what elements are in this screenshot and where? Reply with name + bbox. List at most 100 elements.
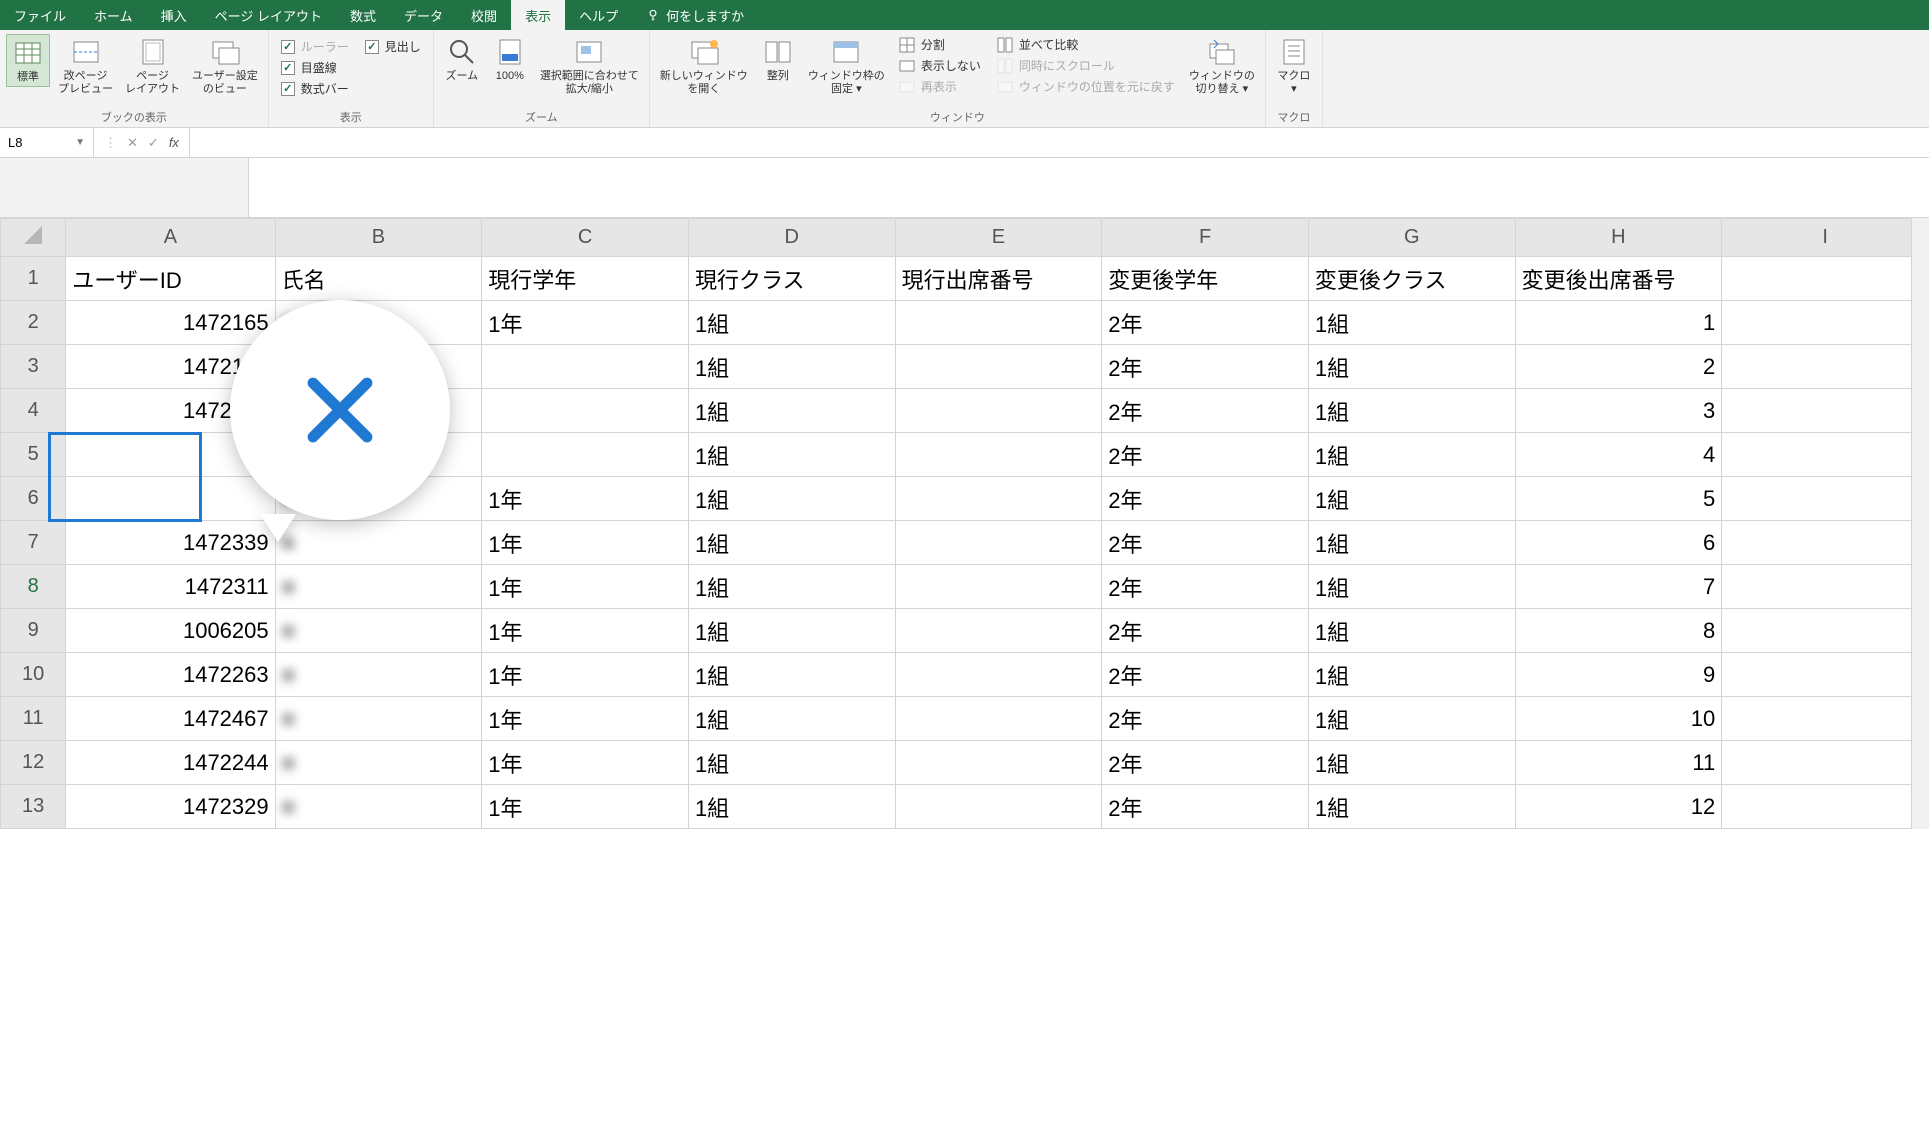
cell[interactable]: 1組 (1308, 785, 1515, 829)
macro-button[interactable]: マクロ ▾ (1272, 34, 1316, 98)
cell[interactable]: 1組 (688, 609, 895, 653)
cell[interactable] (895, 565, 1102, 609)
check-ruler[interactable]: ルーラー (281, 38, 349, 55)
row-header[interactable]: 5 (1, 433, 66, 477)
cell[interactable] (1722, 741, 1929, 785)
cell[interactable] (895, 301, 1102, 345)
cell[interactable]: 現行出席番号 (895, 257, 1102, 301)
cell[interactable]: 変更後学年 (1102, 257, 1309, 301)
cell[interactable] (1722, 609, 1929, 653)
cell[interactable]: 1年 (482, 785, 689, 829)
cell[interactable] (1722, 785, 1929, 829)
freeze-panes-button[interactable]: ウィンドウ枠の 固定 ▾ (804, 34, 889, 98)
cell[interactable]: 1組 (688, 477, 895, 521)
col-header-B[interactable]: B (275, 219, 482, 257)
cell[interactable]: 11 (1515, 741, 1722, 785)
cell[interactable]: 1組 (688, 433, 895, 477)
row-header[interactable]: 9 (1, 609, 66, 653)
row-header[interactable]: 8 (1, 565, 66, 609)
cell[interactable]: 1年 (482, 521, 689, 565)
spreadsheet-grid[interactable]: A B C D E F G H I 1ユーザーID氏名現行学年現行クラス現行出席… (0, 218, 1929, 829)
row-header[interactable]: 12 (1, 741, 66, 785)
cell[interactable]: 1年 (482, 477, 689, 521)
cell[interactable]: 2年 (1102, 521, 1309, 565)
cell[interactable] (1722, 257, 1929, 301)
cell[interactable] (895, 653, 1102, 697)
cell[interactable]: 1組 (1308, 433, 1515, 477)
cell[interactable]: 変更後出席番号 (1515, 257, 1722, 301)
cell[interactable]: 1組 (688, 697, 895, 741)
cell[interactable]: ■ (275, 697, 482, 741)
view-pagebreak-button[interactable]: 改ページ プレビュー (54, 34, 117, 98)
row-header[interactable]: 6 (1, 477, 66, 521)
cell[interactable]: 1組 (688, 785, 895, 829)
cell[interactable] (1722, 389, 1929, 433)
cell[interactable]: 1組 (1308, 521, 1515, 565)
row-header[interactable]: 11 (1, 697, 66, 741)
cell[interactable]: 1組 (1308, 565, 1515, 609)
cell[interactable]: 1年 (482, 653, 689, 697)
menu-review[interactable]: 校閲 (457, 0, 511, 30)
cell[interactable] (1722, 433, 1929, 477)
cell[interactable]: 1組 (1308, 301, 1515, 345)
col-header-D[interactable]: D (688, 219, 895, 257)
cell[interactable]: ■ (275, 521, 482, 565)
cell[interactable] (895, 697, 1102, 741)
cell[interactable]: 1組 (1308, 741, 1515, 785)
formula-input[interactable] (190, 128, 1929, 157)
cell[interactable]: 2年 (1102, 565, 1309, 609)
cell[interactable]: 7 (1515, 565, 1722, 609)
cell[interactable]: ■ (275, 565, 482, 609)
cell[interactable]: 1組 (688, 565, 895, 609)
zoom-button[interactable]: ズーム (440, 34, 484, 85)
cell[interactable]: 2年 (1102, 345, 1309, 389)
cell[interactable]: 現行クラス (688, 257, 895, 301)
check-formula-bar[interactable]: 数式バー (281, 80, 349, 97)
menu-layout[interactable]: ページ レイアウト (201, 0, 336, 30)
cell[interactable] (66, 477, 275, 521)
arrange-button[interactable]: 整列 (756, 34, 800, 85)
hide-button[interactable]: 表示しない (899, 57, 981, 74)
cell[interactable] (895, 785, 1102, 829)
cell[interactable]: 1組 (1308, 477, 1515, 521)
cell[interactable]: 1472339 (66, 521, 275, 565)
cell[interactable]: 2年 (1102, 741, 1309, 785)
cell[interactable]: 1組 (1308, 697, 1515, 741)
cell[interactable]: 10 (1515, 697, 1722, 741)
accept-icon[interactable]: ✓ (148, 135, 159, 151)
cell[interactable] (1722, 653, 1929, 697)
cell[interactable] (1722, 565, 1929, 609)
menu-formula[interactable]: 数式 (336, 0, 390, 30)
cell[interactable]: 1組 (688, 345, 895, 389)
view-pagelayout-button[interactable]: ページ レイアウト (121, 34, 184, 98)
cell[interactable]: 2年 (1102, 697, 1309, 741)
name-box[interactable]: L8 ▼ (0, 128, 94, 157)
cell[interactable]: 変更後クラス (1308, 257, 1515, 301)
compare-button[interactable]: 並べて比較 (997, 36, 1175, 53)
row-header[interactable]: 1 (1, 257, 66, 301)
cell[interactable]: 4 (1515, 433, 1722, 477)
fx-button[interactable]: fx (169, 135, 179, 150)
col-header-C[interactable]: C (482, 219, 689, 257)
cell[interactable]: 3 (1515, 389, 1722, 433)
cell[interactable]: 氏名 (275, 257, 482, 301)
cell[interactable]: 2年 (1102, 389, 1309, 433)
col-header-E[interactable]: E (895, 219, 1102, 257)
cell[interactable]: ■ (275, 653, 482, 697)
cell[interactable]: 2年 (1102, 785, 1309, 829)
cell[interactable]: 2 (1515, 345, 1722, 389)
menu-data[interactable]: データ (390, 0, 457, 30)
cell[interactable]: 1組 (1308, 653, 1515, 697)
cell[interactable] (1722, 301, 1929, 345)
cell[interactable]: 1組 (1308, 609, 1515, 653)
cell[interactable]: 6 (1515, 521, 1722, 565)
vertical-scrollbar[interactable] (1911, 218, 1929, 829)
cell[interactable]: 1組 (688, 653, 895, 697)
col-header-H[interactable]: H (1515, 219, 1722, 257)
view-normal-button[interactable]: 標準 (6, 34, 50, 87)
row-header[interactable]: 2 (1, 301, 66, 345)
cell[interactable]: ■ (275, 785, 482, 829)
cancel-icon[interactable]: ✕ (127, 135, 138, 151)
col-header-F[interactable]: F (1102, 219, 1309, 257)
menu-home[interactable]: ホーム (80, 0, 147, 30)
